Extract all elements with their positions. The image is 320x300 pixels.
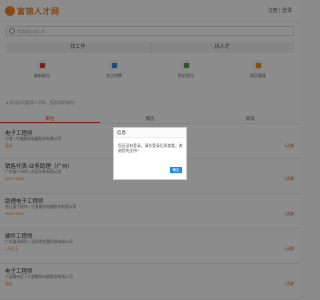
- dialog-title: 信息: [114, 128, 186, 138]
- dialog-message: 您还没有登录，请先登录后再查看，谢谢您的支持！: [118, 144, 183, 153]
- login-required-dialog: 信息 您还没有登录，请先登录后再查看，谢谢您的支持！ 确定: [113, 127, 187, 180]
- confirm-button[interactable]: 确定: [170, 167, 182, 173]
